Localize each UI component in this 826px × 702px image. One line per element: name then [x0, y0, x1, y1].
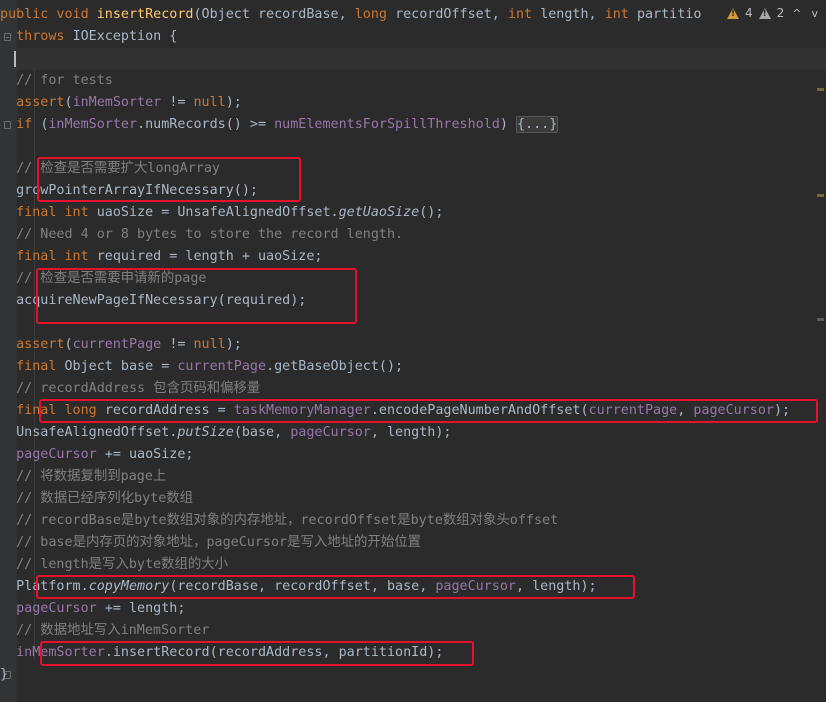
code-line-28[interactable]: pageCursor += length; — [0, 598, 826, 620]
code-line-31[interactable]: } — [0, 664, 826, 686]
code-line-29[interactable]: // 数据地址写入inMemSorter — [0, 620, 826, 642]
editor-scrollbar[interactable] — [814, 26, 826, 702]
code-line-22[interactable]: // 将数据复制到page上 — [0, 466, 826, 488]
code-line-25[interactable]: // base是内存页的对象地址，pageCursor是写入地址的开始位置 — [0, 532, 826, 554]
highlight-box-insert-record — [40, 641, 474, 666]
code-line-7[interactable] — [0, 136, 826, 158]
code-line-5[interactable]: assert(inMemSorter != null); — [0, 92, 826, 114]
code-line-2[interactable]: throws IOException { — [0, 26, 826, 48]
code-line-3[interactable] — [0, 48, 826, 70]
warning-count[interactable]: 4 — [745, 6, 753, 20]
highlight-box-copy-memory — [36, 575, 635, 599]
scroll-marker[interactable] — [817, 88, 824, 91]
weak-warning-count[interactable]: 2 — [777, 6, 785, 20]
previous-highlight-button[interactable]: ^ — [790, 7, 803, 20]
code-line-23[interactable]: // 数据已经序列化byte数组 — [0, 488, 826, 510]
code-line-1[interactable]: public void insertRecord(Object recordBa… — [0, 4, 826, 26]
code-line-17[interactable]: final Object base = currentPage.getBaseO… — [0, 356, 826, 378]
code-line-12[interactable]: final int required = length + uaoSize; — [0, 246, 826, 268]
code-editor[interactable]: public void insertRecord(Object recordBa… — [0, 0, 826, 702]
code-line-18[interactable]: // recordAddress 包含页码和偏移量 — [0, 378, 826, 400]
scroll-marker[interactable] — [817, 318, 824, 321]
collapsed-block[interactable]: {...} — [515, 116, 559, 133]
highlight-box-acquire-new-page — [36, 268, 357, 324]
code-line-10[interactable]: final int uaoSize = UnsafeAlignedOffset.… — [0, 202, 826, 224]
code-line-26[interactable]: // length是写入byte数组的大小 — [0, 554, 826, 576]
code-line-11[interactable]: // Need 4 or 8 bytes to store the record… — [0, 224, 826, 246]
scroll-marker[interactable] — [817, 194, 824, 197]
highlight-box-record-address — [39, 399, 818, 423]
code-line-20[interactable]: UnsafeAlignedOffset.putSize(base, pageCu… — [0, 422, 826, 444]
code-line-4[interactable]: // for tests — [0, 70, 826, 92]
code-line-16[interactable]: assert(currentPage != null); — [0, 334, 826, 356]
weak-warning-icon[interactable] — [758, 7, 771, 19]
inspection-status-bar[interactable]: 4 2 ^ v — [718, 0, 826, 26]
next-highlight-button[interactable]: v — [809, 7, 820, 20]
warning-icon[interactable] — [726, 7, 739, 19]
code-line-21[interactable]: pageCursor += uaoSize; — [0, 444, 826, 466]
code-line-6[interactable]: if (inMemSorter.numRecords() >= numEleme… — [0, 114, 826, 136]
code-line-24[interactable]: // recordBase是byte数组对象的内存地址，recordOffset… — [0, 510, 826, 532]
highlight-box-grow-pointer-array — [37, 157, 301, 202]
